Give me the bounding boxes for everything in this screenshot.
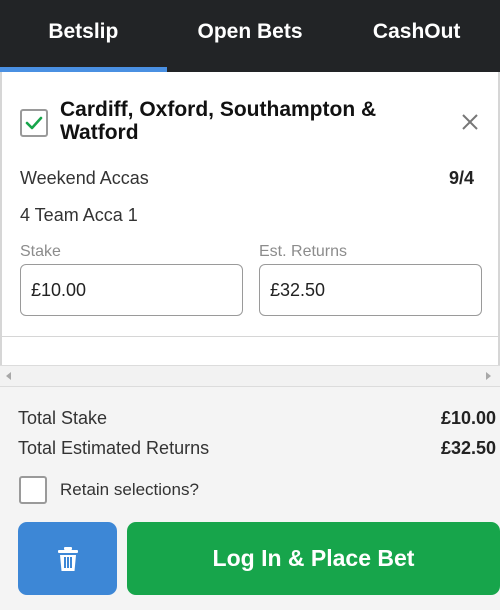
total-stake-row: Total Stake £10.00: [18, 408, 498, 429]
close-icon[interactable]: [460, 112, 480, 132]
delete-button[interactable]: [18, 522, 117, 595]
trash-icon: [57, 546, 78, 571]
tab-betslip[interactable]: Betslip: [0, 0, 167, 72]
scroll-right-icon[interactable]: [486, 372, 491, 380]
tab-cashout[interactable]: CashOut: [333, 0, 500, 72]
total-stake-label: Total Stake: [18, 408, 108, 428]
betslip-footer: Total Stake £10.00 Total Estimated Retur…: [0, 387, 500, 610]
scroll-left-icon[interactable]: [6, 372, 11, 380]
tab-bar: Betslip Open Bets CashOut: [0, 0, 500, 72]
market-row: Weekend Accas 9/4: [20, 168, 480, 189]
market-name: Weekend Accas: [20, 168, 149, 188]
place-bet-button[interactable]: Log In & Place Bet: [127, 522, 500, 595]
est-returns-field: £32.50: [259, 264, 482, 316]
check-icon: [25, 116, 43, 130]
horizontal-scrollbar[interactable]: [0, 365, 500, 387]
est-returns-label: Est. Returns: [259, 243, 348, 260]
total-returns-value: £32.50: [440, 438, 496, 458]
retain-selections-checkbox[interactable]: [19, 476, 47, 504]
total-returns-label: Total Estimated Returns: [18, 438, 210, 458]
odds: 9/4: [448, 168, 474, 188]
stake-label: Stake: [20, 243, 61, 260]
bet-name: 4 Team Acca 1: [20, 205, 138, 225]
stake-input[interactable]: £10.00: [20, 264, 243, 316]
betslip-content: Cardiff, Oxford, Southampton & Watford W…: [0, 72, 500, 365]
selection-title: Cardiff, Oxford, Southampton & Watford: [60, 98, 377, 144]
tab-open-bets[interactable]: Open Bets: [167, 0, 334, 72]
total-returns-row: Total Estimated Returns £32.50: [18, 438, 498, 459]
retain-selections-label: Retain selections?: [60, 480, 199, 499]
selection-checkbox[interactable]: [20, 109, 48, 137]
divider: [2, 336, 500, 337]
total-stake-value: £10.00: [440, 408, 496, 428]
